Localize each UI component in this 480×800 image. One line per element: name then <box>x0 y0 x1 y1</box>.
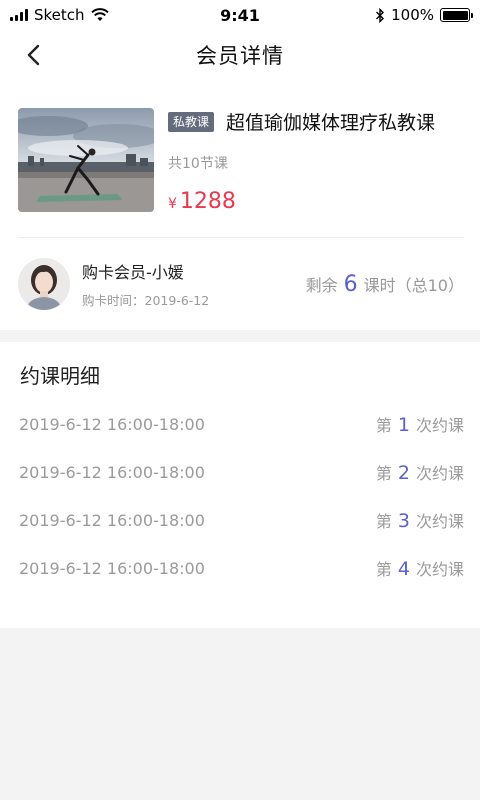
record-prefix: 第 <box>375 512 392 531</box>
nav-bar: 会员详情 <box>0 30 480 80</box>
signal-icon <box>10 9 28 21</box>
member-name: 购卡会员-小媛 <box>82 263 184 282</box>
record-number: 4 <box>397 558 410 580</box>
course-image <box>18 108 154 212</box>
record-suffix: 次约课 <box>415 416 464 435</box>
chevron-left-icon <box>27 44 40 66</box>
course-price: ¥ 1288 <box>168 189 236 214</box>
currency-symbol: ¥ <box>168 196 177 212</box>
purchase-date: 购卡时间：2019-6-12 <box>82 293 210 308</box>
record-suffix: 次约课 <box>415 464 464 483</box>
record-number: 2 <box>397 462 410 484</box>
member-row: 购卡会员-小媛 购卡时间：2019-6-12 剩余 6 课时（总10） <box>18 257 464 311</box>
record-order: 第 2 次约课 <box>376 460 464 484</box>
status-bar: Sketch 9:41 100% <box>0 0 480 30</box>
list-item[interactable]: 2019-6-12 16:00-18:00 第 4 次约课 <box>0 544 480 592</box>
remaining-hours: 剩余 6 课时（总10） <box>306 272 464 297</box>
record-suffix: 次约课 <box>415 560 464 579</box>
course-card: 私教课 超值瑜伽媒体理疗私教课 共10节课 ¥ 1288 购卡会员-小媛 购卡时… <box>0 80 480 330</box>
battery-icon <box>440 8 473 22</box>
list-item[interactable]: 2019-6-12 16:00-18:00 第 2 次约课 <box>0 448 480 496</box>
record-prefix: 第 <box>375 416 392 435</box>
records-title: 约课明细 <box>20 364 100 388</box>
lesson-count: 共10节课 <box>168 156 228 172</box>
list-item[interactable]: 2019-6-12 16:00-18:00 第 3 次约课 <box>0 496 480 544</box>
record-prefix: 第 <box>375 464 392 483</box>
battery-percent: 100% <box>391 6 434 24</box>
price-amount: 1288 <box>179 189 236 214</box>
member-detail-screen: Sketch 9:41 100% 会员详情 私教课 超值瑜伽媒体理疗私教课 共1… <box>0 0 480 800</box>
carrier-label: Sketch <box>34 6 85 24</box>
list-item[interactable]: 2019-6-12 16:00-18:00 第 1 次约课 <box>0 400 480 448</box>
status-right: 100% <box>310 6 473 24</box>
page-title: 会员详情 <box>196 44 284 68</box>
record-time: 2019-6-12 16:00-18:00 <box>19 414 205 434</box>
remaining-suffix: 课时（总10） <box>363 275 464 295</box>
status-time: 9:41 <box>220 5 260 25</box>
record-order: 第 4 次约课 <box>376 556 464 580</box>
course-title-line: 私教课 超值瑜伽媒体理疗私教课 <box>168 108 464 135</box>
status-left: Sketch <box>10 6 170 24</box>
avatar[interactable] <box>18 258 70 310</box>
record-list: 2019-6-12 16:00-18:00 第 1 次约课 2019-6-12 … <box>0 400 480 592</box>
course-tag: 私教课 <box>168 111 215 132</box>
record-number: 1 <box>397 414 410 436</box>
divider <box>18 237 464 238</box>
booking-records: 约课明细 2019-6-12 16:00-18:00 第 1 次约课 2019-… <box>0 342 480 628</box>
course-info: 私教课 超值瑜伽媒体理疗私教课 共10节课 ¥ 1288 <box>168 108 464 214</box>
wifi-icon <box>90 8 109 21</box>
record-suffix: 次约课 <box>415 512 464 531</box>
remaining-prefix: 剩余 <box>305 275 338 295</box>
record-number: 3 <box>397 510 410 532</box>
course-row[interactable]: 私教课 超值瑜伽媒体理疗私教课 共10节课 ¥ 1288 <box>18 108 464 214</box>
record-time: 2019-6-12 16:00-18:00 <box>19 510 205 530</box>
record-time: 2019-6-12 16:00-18:00 <box>19 558 205 578</box>
bluetooth-icon <box>376 7 385 23</box>
back-button[interactable] <box>20 42 46 68</box>
remaining-count: 6 <box>343 271 358 297</box>
course-title: 超值瑜伽媒体理疗私教课 <box>226 112 436 134</box>
record-prefix: 第 <box>375 560 392 579</box>
record-order: 第 1 次约课 <box>376 412 464 436</box>
record-time: 2019-6-12 16:00-18:00 <box>19 462 205 482</box>
record-order: 第 3 次约课 <box>376 508 464 532</box>
member-info: 购卡会员-小媛 购卡时间：2019-6-12 <box>82 259 306 309</box>
